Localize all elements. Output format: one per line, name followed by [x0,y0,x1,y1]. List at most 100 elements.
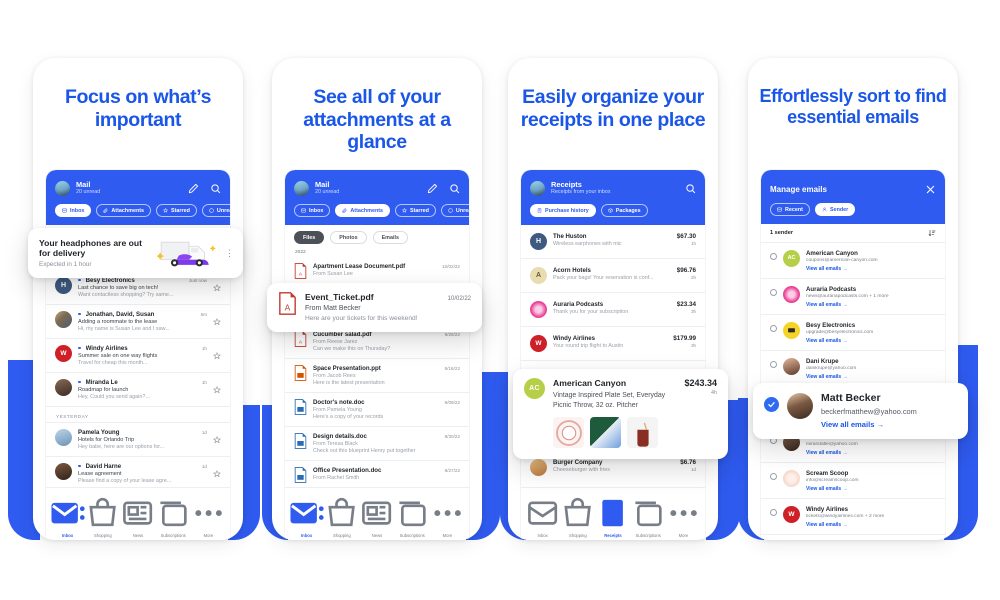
chip-inbox[interactable]: Inbox [55,204,92,218]
nav-shopping[interactable]: Shopping [85,493,120,538]
receipt-amount: $67.30 [676,233,696,241]
table-row[interactable]: Jonathan, David, Susan 5m Adding a roomma… [46,305,230,340]
nav-shopping[interactable]: Shopping [560,493,595,538]
nav-subscriptions[interactable]: Subscriptions [395,493,430,538]
chip-inbox[interactable]: Inbox [294,204,331,218]
nav-label: More [442,533,453,538]
radio-button[interactable] [770,472,777,480]
table-row[interactable]: Office Presentation.doc 8/27/22 From Rach… [285,461,469,489]
search-icon[interactable] [210,183,221,194]
tab-emails[interactable]: Emails [372,231,408,245]
attachment-highlight-card[interactable]: A Event_Ticket.pdf 10/02/22 From Matt Be… [267,283,482,332]
table-row[interactable]: A Acorn Hotels Pack your bags! Your reser… [521,259,705,294]
tab-photos[interactable]: Photos [330,231,367,245]
radio-button[interactable] [770,360,777,368]
card-sender-email: beckerfmatthew@yahoo.com [821,407,917,416]
compose-icon[interactable] [427,183,438,194]
list-item[interactable]: AC American Canyon coupons@american-cany… [761,243,945,279]
nav-label: Inbox [537,533,548,538]
avatar: W [530,335,547,353]
radio-button[interactable] [770,508,777,516]
table-row[interactable]: Miranda Le 1h Roadmap for launch Hey, Cou… [46,373,230,408]
avatar[interactable] [530,180,545,196]
kebab-menu-icon[interactable]: ⋮ [225,248,234,258]
nav-more[interactable]: More [191,493,226,538]
view-all-emails-link[interactable]: View all emails → [806,374,936,380]
view-all-emails-link[interactable]: View all emails → [806,302,936,308]
avatar[interactable] [55,180,70,196]
nav-news[interactable]: News [120,493,155,538]
chip-purchase-history[interactable]: Purchase history [530,204,596,218]
star-icon[interactable] [213,318,221,326]
view-all-emails-link[interactable]: View all emails → [821,420,957,429]
table-row[interactable]: A Apartment Lease Document.pdf 10/02/22 F… [285,257,469,287]
radio-button[interactable] [770,252,777,260]
star-icon[interactable] [213,352,221,360]
pdf-icon: A [278,292,297,315]
star-icon[interactable] [213,284,221,292]
plate-thumbnail[interactable] [553,417,584,449]
view-all-emails-link[interactable]: View all emails → [806,486,936,492]
chip-unread[interactable]: Unread [440,204,469,218]
nav-subscriptions[interactable]: Subscriptions [156,493,191,538]
table-row[interactable]: Auraria Podcasts Thank you for your subsc… [521,293,705,328]
radio-button[interactable] [770,288,777,296]
nav-shopping[interactable]: Shopping [324,493,359,538]
nav-inbox[interactable]: Inbox [289,493,324,538]
chip-attachments[interactable]: Attachments [335,204,391,218]
chip-packages[interactable]: Packages [600,204,648,218]
ppt-icon [294,365,307,382]
table-row[interactable]: Pamela Young 1d Hotels for Orlando Trip H… [46,423,230,458]
nav-inbox[interactable]: Inbox [525,493,560,538]
blanket-thumbnail[interactable] [590,417,621,449]
chip-attachments[interactable]: Attachments [96,204,152,218]
chip-starred[interactable]: Starred [156,204,197,218]
nav-inbox[interactable]: Inbox [50,493,85,538]
sort-icon[interactable] [928,229,936,237]
nav-subscriptions[interactable]: Subscriptions [631,493,666,538]
table-row[interactable]: David Harne 1d Lease agreement Please fin… [46,457,230,490]
table-row[interactable]: Doctor's note.doc 9/09/22 From Pamela You… [285,393,469,428]
nav-more[interactable]: More [430,493,465,538]
table-row[interactable]: H The Huston Wireless earphones with mic … [521,225,705,260]
table-row[interactable]: W Windy Airlines Your round trip flight t… [521,327,705,362]
list-item[interactable]: Besy Electronics upgrade@besyelectronics… [761,315,945,351]
table-row[interactable]: W Windy Airlines 1h Summer sale on one wa… [46,339,230,374]
chip-recent[interactable]: Recent [770,203,810,216]
view-all-emails-link[interactable]: View all emails → [806,450,936,456]
avatar[interactable] [294,180,309,196]
table-row[interactable]: Space Presentation.ppt 9/16/22 From Jacob… [285,359,469,394]
list-item[interactable]: Auraria Podcasts news@aurariapodcasts.co… [761,279,945,315]
email-preview: Hi, my name is Susan Lee and I saw... [78,326,170,333]
receipt-highlight-card[interactable]: AC American Canyon Vintage Inspired Plat… [513,369,728,460]
chip-starred[interactable]: Starred [395,204,436,218]
view-all-emails-link[interactable]: View all emails → [806,338,936,344]
view-all-emails-link[interactable]: View all emails → [806,522,936,528]
pitcher-thumbnail[interactable] [627,417,658,449]
tab-files[interactable]: Files [294,231,325,245]
table-row[interactable]: Design details.doc 8/30/22 From Teresa Bl… [285,427,469,462]
chip-sender[interactable]: Sender [814,203,856,216]
selected-sender-card[interactable]: Matt Becker beckerfmatthew@yahoo.com Vie… [753,383,968,439]
checkmark-icon[interactable] [764,397,779,412]
avatar [55,311,72,329]
close-icon[interactable] [925,184,936,195]
list-item[interactable]: Dani Krupe danikrupe@yahoo.com View all … [761,351,945,387]
list-item[interactable]: W Windy Airlines tickets@windyairlines.c… [761,499,945,535]
view-all-emails-link[interactable]: View all emails → [806,266,936,272]
delivery-highlight-card[interactable]: Your headphones are out for delivery Exp… [28,228,243,278]
email-preview: Please find a copy of your lease agre... [78,478,172,485]
nav-news[interactable]: News [359,493,394,538]
chip-unread[interactable]: Unread [201,204,230,218]
star-icon[interactable] [213,470,221,478]
search-icon[interactable] [449,183,460,194]
list-item[interactable]: Scream Scoop info@screamscoop.com View a… [761,463,945,499]
star-icon[interactable] [213,436,221,444]
sender-name: Pamela Young [78,429,120,437]
nav-more[interactable]: More [666,493,701,538]
radio-button[interactable] [770,324,777,332]
star-icon[interactable] [213,386,221,394]
search-icon[interactable] [685,183,696,194]
nav-receipts[interactable]: Receipts [595,493,630,538]
compose-icon[interactable] [188,183,199,194]
